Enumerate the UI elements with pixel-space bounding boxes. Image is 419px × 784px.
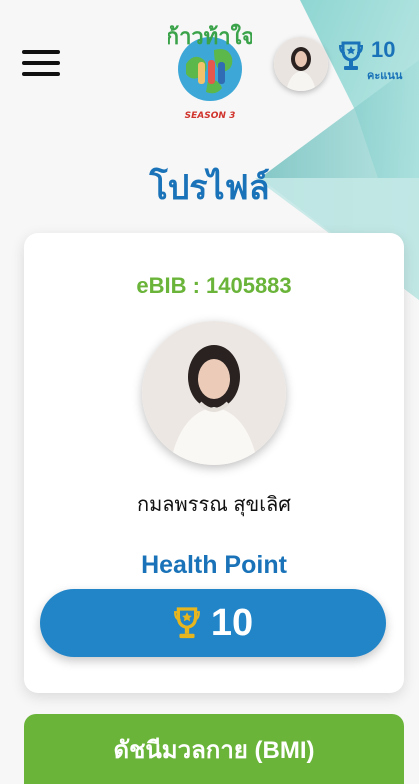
score-value: 10 (371, 37, 396, 62)
hamburger-menu-icon[interactable] (22, 50, 62, 78)
health-point-badge: 10 (40, 589, 386, 657)
profile-photo-image (142, 321, 286, 465)
user-name: กมลพรรณ สุขเลิศ (137, 494, 291, 516)
avatar-photo (274, 37, 328, 91)
health-point-value: 10 (210, 601, 254, 644)
score-unit-label: คะแนน (367, 70, 403, 82)
profile-card: eBIB : 1405883 กมลพรรณ สุขเลิศ Health Po… (24, 233, 404, 693)
user-avatar[interactable] (274, 37, 328, 91)
trophy-icon (338, 41, 364, 70)
logo-season: SEASON 3 (185, 111, 236, 120)
profile-photo (142, 321, 286, 465)
app-header: ก้าวท้าใจ SEASON 3 10 คะแนน (0, 0, 419, 140)
page-title: โปรไฟล์ (149, 169, 270, 207)
trophy-icon (173, 607, 200, 639)
logo-text-top: ก้าวท้าใจ (168, 23, 252, 50)
bmi-button[interactable]: ดัชนีมวลกาย (BMI) (24, 714, 404, 784)
app-logo: ก้าวท้าใจ SEASON 3 (168, 23, 252, 120)
ebib-number: eBIB : 1405883 (136, 273, 292, 298)
bmi-button-label: ดัชนีมวลกาย (BMI) (113, 736, 315, 764)
health-point-label: Health Point (141, 551, 287, 579)
